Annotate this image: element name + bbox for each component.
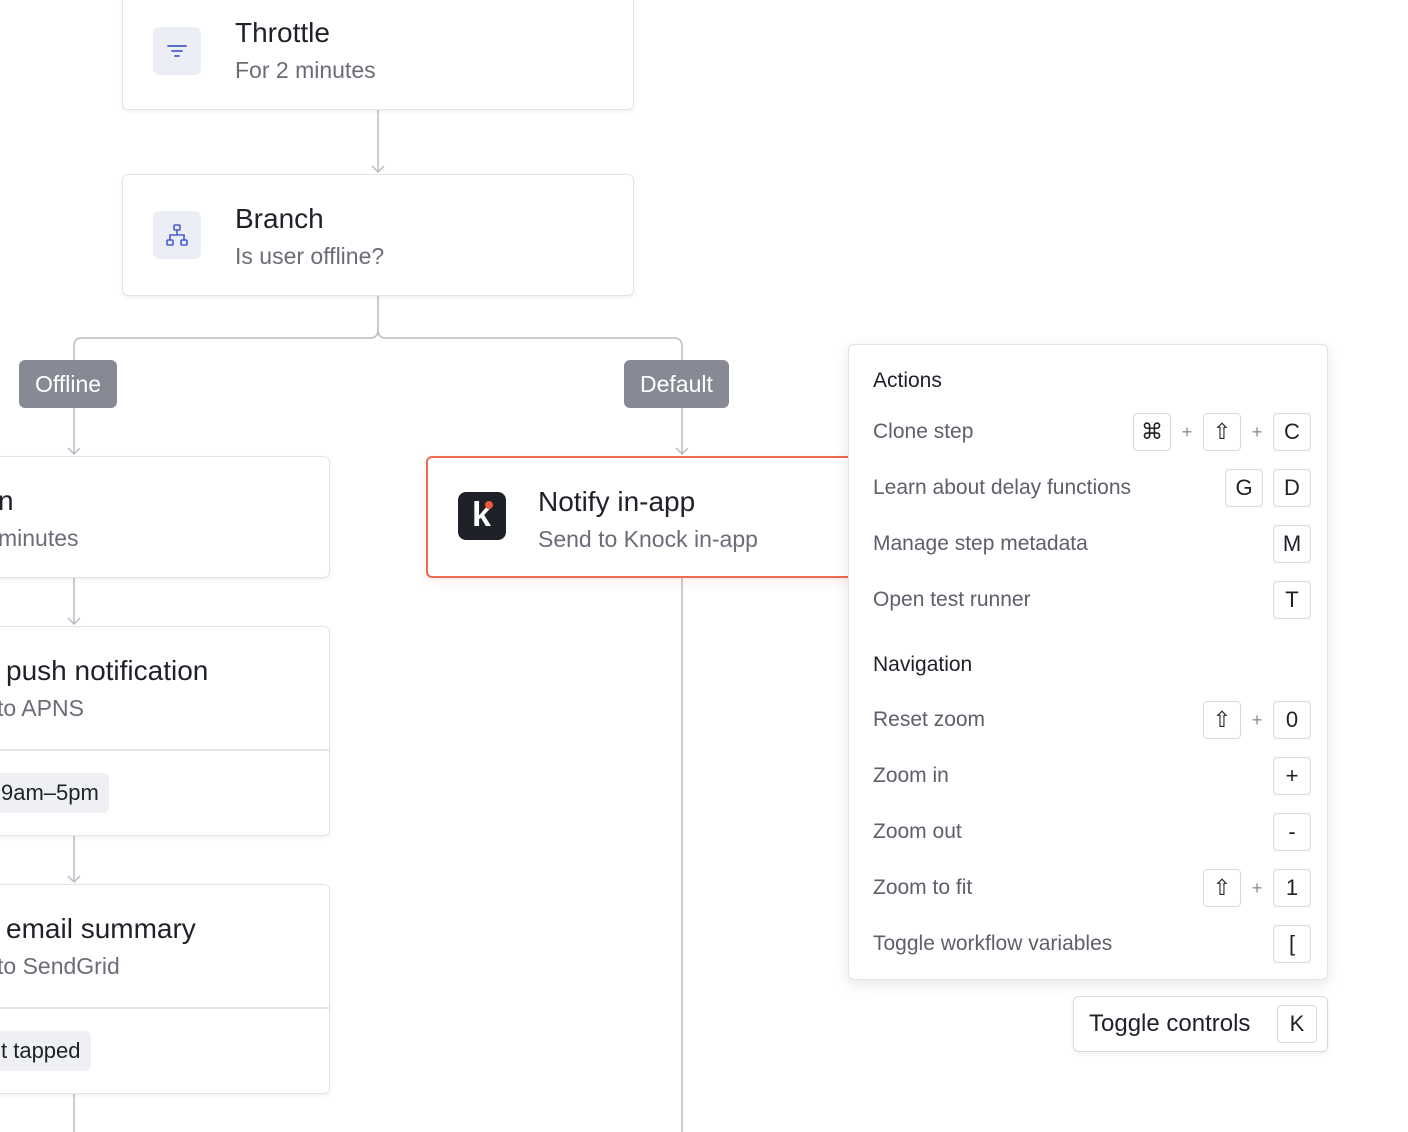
delay-subtitle: minutes	[0, 525, 79, 551]
shortcut-row-manage-step-metadata[interactable]: Manage step metadata M	[873, 524, 1311, 564]
shortcut-row-clone-step[interactable]: Clone step ⌘ + ⇧ + C	[873, 412, 1311, 452]
t-key: T	[1273, 581, 1311, 619]
throttle-title: Throttle	[235, 17, 330, 48]
notify-subtitle: Send to Knock in-app	[538, 526, 758, 552]
c-key: C	[1273, 413, 1311, 451]
shortcut-label: Zoom out	[873, 820, 962, 843]
g-key: G	[1225, 469, 1263, 507]
shift-key: ⇧	[1203, 869, 1241, 907]
shortcut-label: Zoom in	[873, 764, 949, 787]
push-title: push notification	[6, 655, 209, 686]
branch-subtitle: Is user offline?	[235, 243, 385, 269]
push-subtitle: to APNS	[0, 695, 84, 721]
branch-step-node[interactable]: Branch Is user offline?	[122, 174, 634, 296]
email-step-node[interactable]: email summary to SendGrid t tapped	[0, 884, 330, 1094]
shortcut-label: Toggle workflow variables	[873, 932, 1113, 955]
delay-step-node[interactable]: n minutes	[0, 456, 330, 578]
navigation-heading: Navigation	[873, 653, 973, 676]
shortcut-row-zoom-in[interactable]: Zoom in +	[873, 756, 1311, 796]
zero-key: 0	[1273, 701, 1311, 739]
shortcut-label: Learn about delay functions	[873, 476, 1132, 499]
key-plus: +	[1251, 421, 1263, 442]
key-plus: +	[1251, 877, 1263, 898]
shortcut-label: Manage step metadata	[873, 532, 1088, 555]
toggle-controls-label: Toggle controls	[1089, 1010, 1251, 1037]
shift-key: ⇧	[1203, 413, 1241, 451]
shortcut-label: Reset zoom	[873, 708, 986, 731]
key-plus: +	[1251, 709, 1263, 730]
shortcut-row-zoom-out[interactable]: Zoom out -	[873, 812, 1311, 852]
m-key: M	[1273, 525, 1311, 563]
shortcut-row-reset-zoom[interactable]: Reset zoom ⇧ + 0	[873, 700, 1311, 740]
k-key: K	[1277, 1005, 1317, 1043]
shift-key: ⇧	[1203, 701, 1241, 739]
shortcut-row-learn-delay-functions[interactable]: Learn about delay functions G D	[873, 468, 1311, 508]
shortcut-row-toggle-workflow-variables[interactable]: Toggle workflow variables [	[873, 924, 1311, 964]
branch-title: Branch	[235, 203, 324, 234]
branch-icon	[153, 211, 201, 259]
throttle-subtitle: For 2 minutes	[235, 57, 376, 83]
branch-label-offline[interactable]: Offline	[19, 360, 118, 408]
bracket-key: [	[1273, 925, 1311, 963]
command-key: ⌘	[1133, 413, 1171, 451]
delay-title: n	[0, 485, 14, 516]
toggle-controls-button[interactable]: Toggle controls K	[1073, 996, 1328, 1052]
shortcut-label: Clone step	[873, 420, 974, 443]
branch-label-default[interactable]: Default	[624, 360, 729, 408]
email-title: email summary	[6, 913, 196, 944]
one-key: 1	[1273, 869, 1311, 907]
knock-logo-dot	[485, 501, 493, 509]
push-step-node[interactable]: push notification to APNS 9am–5pm	[0, 626, 330, 836]
throttle-step-node[interactable]: Throttle For 2 minutes	[122, 0, 634, 110]
plus-key: +	[1273, 757, 1311, 795]
shortcut-row-zoom-to-fit[interactable]: Zoom to fit ⇧ + 1	[873, 868, 1311, 908]
knock-logo-icon: k	[458, 492, 506, 540]
shortcut-label: Zoom to fit	[873, 876, 973, 899]
key-plus: +	[1181, 421, 1193, 442]
minus-key: -	[1273, 813, 1311, 851]
push-condition-chip: 9am–5pm	[0, 773, 109, 813]
shortcut-label: Open test runner	[873, 588, 1031, 611]
shortcut-row-open-test-runner[interactable]: Open test runner T	[873, 580, 1311, 620]
filter-icon	[153, 27, 201, 75]
push-divider	[0, 749, 329, 751]
keyboard-shortcuts-panel: Actions Clone step ⌘ + ⇧ + C Learn about…	[848, 344, 1328, 980]
email-divider	[0, 1007, 329, 1009]
notify-title: Notify in-app	[538, 486, 696, 517]
d-key: D	[1273, 469, 1311, 507]
actions-heading: Actions	[873, 369, 942, 392]
email-condition-chip: t tapped	[0, 1031, 91, 1071]
email-subtitle: to SendGrid	[0, 953, 120, 979]
